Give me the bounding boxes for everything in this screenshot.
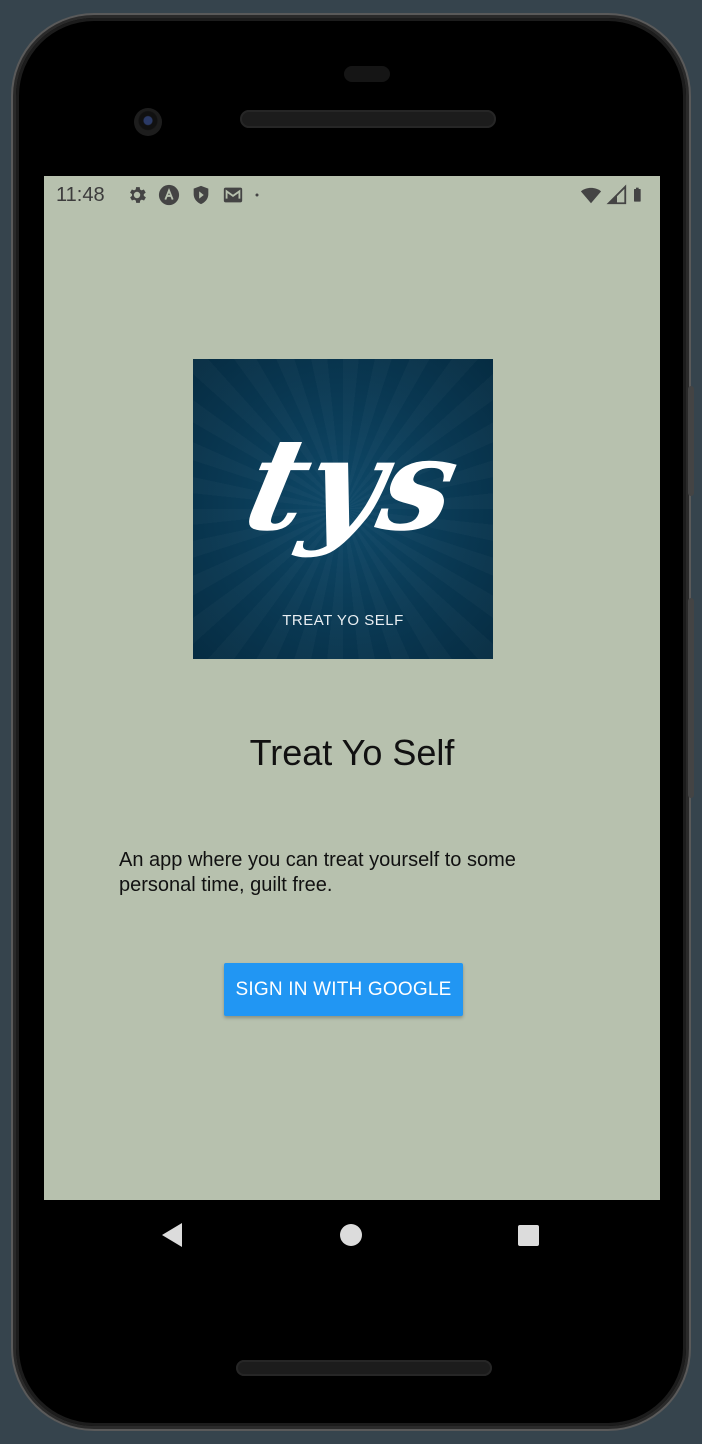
battery-icon xyxy=(634,187,641,202)
bottom-speaker xyxy=(236,1360,492,1376)
app-description: An app where you can treat yourself to s… xyxy=(119,849,516,896)
status-icons-right xyxy=(580,184,648,206)
app-screen: 11:48 tys TREAT YO SELF Treat Yo Self An… xyxy=(44,176,660,1200)
front-camera-icon xyxy=(134,108,162,136)
shield-icon xyxy=(193,185,209,205)
app-logo: tys TREAT YO SELF xyxy=(193,359,493,659)
dot-icon xyxy=(255,193,259,197)
status-icons-left xyxy=(126,184,266,206)
device-volume-button xyxy=(688,598,694,798)
back-icon[interactable] xyxy=(160,1222,184,1248)
gear-icon xyxy=(130,187,146,203)
signal-icon xyxy=(606,184,627,205)
logo-text: tys xyxy=(234,408,472,559)
status-bar: 11:48 xyxy=(44,176,660,214)
device-top-slot xyxy=(344,66,390,82)
app-logo-icon xyxy=(158,184,180,206)
home-icon[interactable] xyxy=(340,1224,362,1246)
logo-caption: TREAT YO SELF xyxy=(282,612,404,629)
device-power-button xyxy=(688,386,694,496)
earpiece-speaker xyxy=(240,110,496,128)
sign-in-with-google-button[interactable]: SIGN IN WITH GOOGLE xyxy=(224,963,463,1016)
mail-icon xyxy=(223,187,243,203)
app-title: Treat Yo Self xyxy=(249,732,455,773)
status-time: 11:48 xyxy=(56,184,105,206)
wifi-icon xyxy=(580,187,602,204)
navigation-bar xyxy=(44,1200,660,1272)
recents-icon[interactable] xyxy=(518,1225,539,1246)
